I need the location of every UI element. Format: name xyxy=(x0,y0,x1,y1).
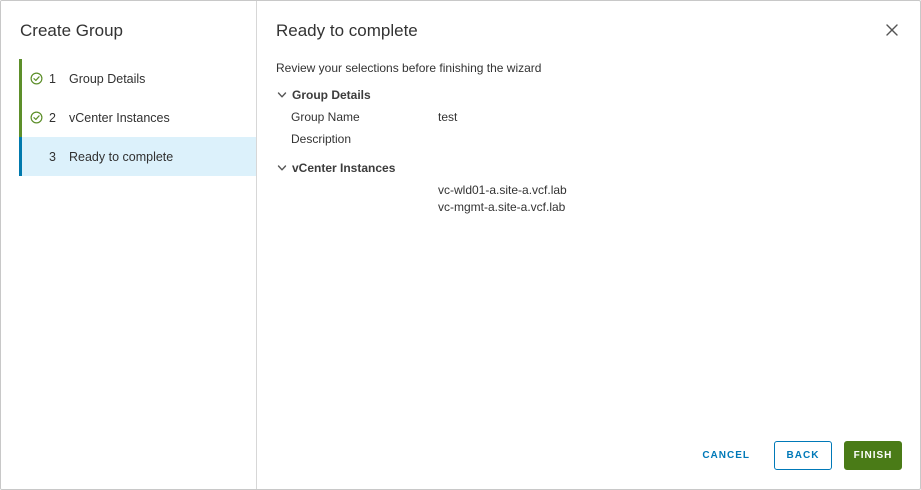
step-ready-to-complete[interactable]: 3 Ready to complete xyxy=(19,137,256,176)
chevron-down-icon xyxy=(277,165,287,171)
chevron-down-icon xyxy=(277,92,287,98)
field-value-group-name: test xyxy=(438,110,458,124)
finish-button[interactable]: FINISH xyxy=(844,441,902,470)
page-title: Ready to complete xyxy=(276,21,418,40)
field-label-group-name: Group Name xyxy=(291,110,360,124)
vcenter-instance-value: vc-wld01-a.site-a.vcf.lab xyxy=(438,183,567,197)
intro-text: Review your selections before finishing … xyxy=(276,61,542,75)
step-group-details[interactable]: 1 Group Details xyxy=(19,59,256,98)
check-circle-icon xyxy=(30,72,43,85)
cancel-button[interactable]: CANCEL xyxy=(690,441,762,470)
wizard-steps: 1 Group Details 2 vCenter Instances 3 Re… xyxy=(19,59,256,176)
vcenter-instance-value: vc-mgmt-a.site-a.vcf.lab xyxy=(438,200,566,214)
step-number: 3 xyxy=(49,149,56,164)
section-header-label: vCenter Instances xyxy=(292,161,396,175)
wizard-content: Ready to complete Review your selections… xyxy=(257,1,920,489)
create-group-dialog: Create Group 1 Group Details 2 vCenter I… xyxy=(0,0,921,490)
step-label: Group Details xyxy=(69,71,146,86)
section-toggle-group-details[interactable]: Group Details xyxy=(277,88,371,102)
step-number: 1 xyxy=(49,71,56,86)
wizard-title: Create Group xyxy=(20,21,123,40)
step-label: Ready to complete xyxy=(69,149,174,164)
field-label-description: Description xyxy=(291,132,352,146)
step-number: 2 xyxy=(49,110,56,125)
wizard-sidebar: Create Group 1 Group Details 2 vCenter I… xyxy=(1,1,257,489)
step-vcenter-instances[interactable]: 2 vCenter Instances xyxy=(19,98,256,137)
back-button[interactable]: BACK xyxy=(774,441,832,470)
close-icon[interactable] xyxy=(885,23,899,37)
section-toggle-vcenter-instances[interactable]: vCenter Instances xyxy=(277,161,395,175)
check-circle-icon xyxy=(30,111,43,124)
section-header-label: Group Details xyxy=(292,88,371,102)
wizard-footer: CANCEL BACK FINISH xyxy=(690,441,902,470)
step-label: vCenter Instances xyxy=(69,110,170,125)
